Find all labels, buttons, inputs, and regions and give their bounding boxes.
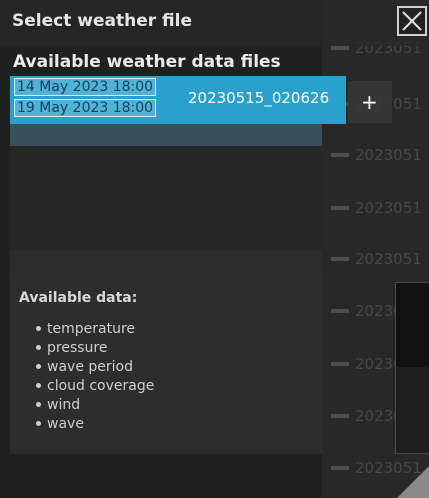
plus-icon: + (361, 90, 378, 114)
app-root: 2023051 2023051 2023051 2023051 2023051 … (0, 0, 429, 498)
section-divider (10, 250, 322, 278)
available-data-list: temperature pressure wave period cloud c… (36, 320, 154, 434)
resize-grip-icon[interactable] (397, 466, 429, 498)
selection-shadow (10, 124, 322, 146)
close-button[interactable] (397, 6, 427, 36)
file-end-date: 19 May 2023 18:00 (14, 99, 157, 117)
file-name: 20230515_020626 (188, 89, 330, 107)
list-item: wave period (36, 358, 154, 377)
select-weather-file-dialog: Select weather file Available weather da… (0, 0, 429, 498)
close-icon (402, 11, 422, 31)
list-item: temperature (36, 320, 154, 339)
list-item: pressure (36, 339, 154, 358)
add-file-button[interactable]: + (348, 81, 392, 123)
file-start-date: 14 May 2023 18:00 (14, 78, 157, 96)
list-item: cloud coverage (36, 377, 154, 396)
list-item: wind (36, 396, 154, 415)
dialog-title: Select weather file (12, 11, 192, 31)
available-data-title: Available data: (19, 290, 138, 306)
list-item: wave (36, 415, 154, 434)
files-section-title: Available weather data files (13, 52, 281, 72)
